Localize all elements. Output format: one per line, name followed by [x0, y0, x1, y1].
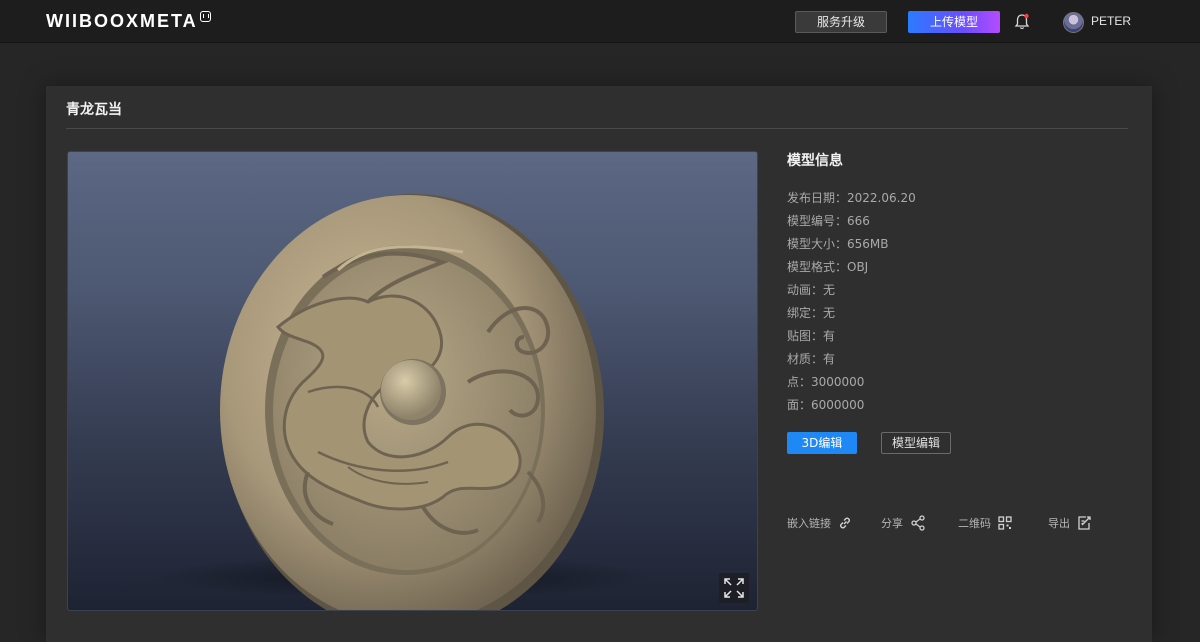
title-divider [66, 128, 1128, 129]
info-model-id: 模型编号：666 [787, 214, 870, 228]
model-info-heading: 模型信息 [787, 153, 843, 169]
model-info-list: 发布日期：2022.06.20 模型编号：666 模型大小：656MB 模型格式… [787, 189, 916, 419]
model-preview-image [153, 194, 653, 610]
avatar[interactable] [1063, 12, 1084, 33]
qrcode-icon [998, 516, 1012, 530]
top-bar: WIIBOOXMETA 服务升级 上传模型 PETER [0, 0, 1200, 43]
info-model-size: 模型大小：656MB [787, 237, 889, 251]
info-texture: 贴图：有 [787, 329, 836, 343]
qrcode-label: 二维码 [958, 517, 991, 530]
username[interactable]: PETER [1091, 14, 1131, 28]
logo-text: WIIBOOXMETA [46, 11, 198, 31]
model-detail-panel: 青龙瓦当 模型信息 发布日期：2022.06.20 模型编号：666 模型大小：… [46, 86, 1152, 642]
notification-bell-icon[interactable] [1014, 13, 1030, 31]
embed-link-action[interactable]: 嵌入链接 [787, 514, 852, 532]
info-material: 材质：有 [787, 352, 836, 366]
export-action[interactable]: 导出 [1048, 514, 1093, 532]
notification-dot [1024, 13, 1029, 19]
share-action[interactable]: 分享 [881, 514, 926, 532]
page-title: 青龙瓦当 [66, 102, 122, 118]
fullscreen-button[interactable] [719, 573, 749, 603]
expand-icon [724, 578, 744, 598]
info-faces: 面：6000000 [787, 398, 865, 412]
share-label: 分享 [881, 517, 903, 530]
info-vertices: 点：3000000 [787, 375, 865, 389]
share-icon [911, 515, 925, 531]
logo[interactable]: WIIBOOXMETA [46, 11, 211, 32]
model-edit-button[interactable]: 模型编辑 [881, 432, 951, 454]
logo-badge-icon [199, 11, 211, 22]
export-label: 导出 [1048, 517, 1070, 530]
info-animation: 动画：无 [787, 283, 836, 297]
info-rigging: 绑定：无 [787, 306, 836, 320]
model-viewer[interactable] [67, 151, 758, 611]
export-icon [1078, 516, 1091, 530]
3d-edit-button[interactable]: 3D编辑 [787, 432, 857, 454]
qrcode-action[interactable]: 二维码 [958, 514, 1012, 532]
embed-link-label: 嵌入链接 [787, 517, 831, 530]
info-publish-date: 发布日期：2022.06.20 [787, 191, 916, 205]
upload-model-button[interactable]: 上传模型 [908, 11, 1000, 33]
link-icon [840, 517, 850, 529]
info-model-format: 模型格式：OBJ [787, 260, 869, 274]
upgrade-service-button[interactable]: 服务升级 [795, 11, 887, 33]
